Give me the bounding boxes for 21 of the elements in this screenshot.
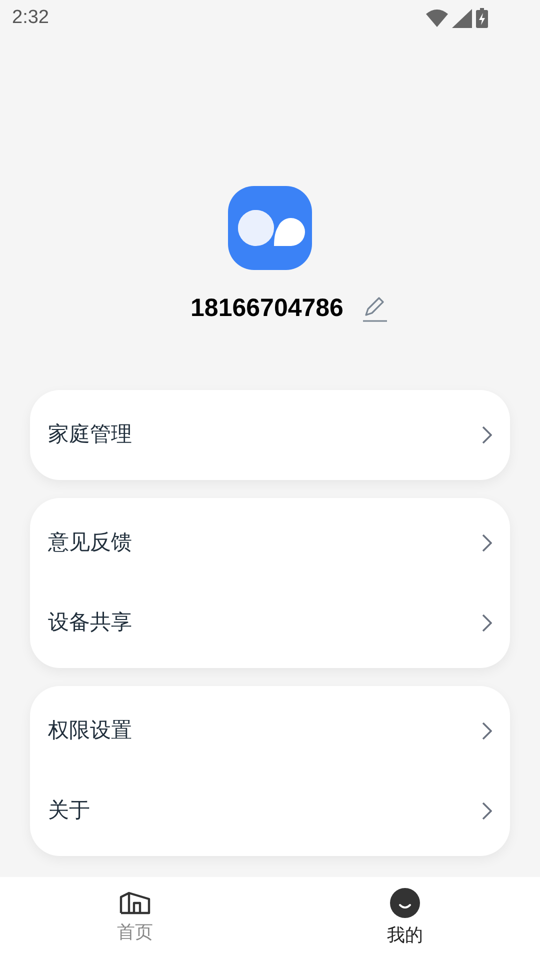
chevron-right-icon [482,426,492,444]
house-icon [119,891,151,915]
chevron-right-icon [482,802,492,820]
chevron-right-icon [482,534,492,552]
phone-number: 18166704786 [190,293,344,324]
cloud-logo-icon [228,186,312,270]
tab-item[interactable]: 首页 [0,877,270,960]
chevron-right-icon [482,722,492,740]
tab-item[interactable]: 我的 [270,877,540,960]
edit-icon[interactable] [361,296,390,322]
signal-icon [452,8,472,28]
chevron-right-icon [482,614,492,632]
wifi-icon [426,9,448,27]
smiley-icon [390,888,420,918]
menu-item[interactable]: 家庭管理 [30,394,510,474]
menu-item[interactable]: 设备共享 [30,582,510,662]
menu-item[interactable]: 意见反馈 [30,502,510,582]
menu-item[interactable]: 权限设置 [30,690,510,770]
battery-icon [476,8,488,28]
menu-item[interactable]: 关于 [30,770,510,850]
status-time: 2:32 [12,6,49,30]
